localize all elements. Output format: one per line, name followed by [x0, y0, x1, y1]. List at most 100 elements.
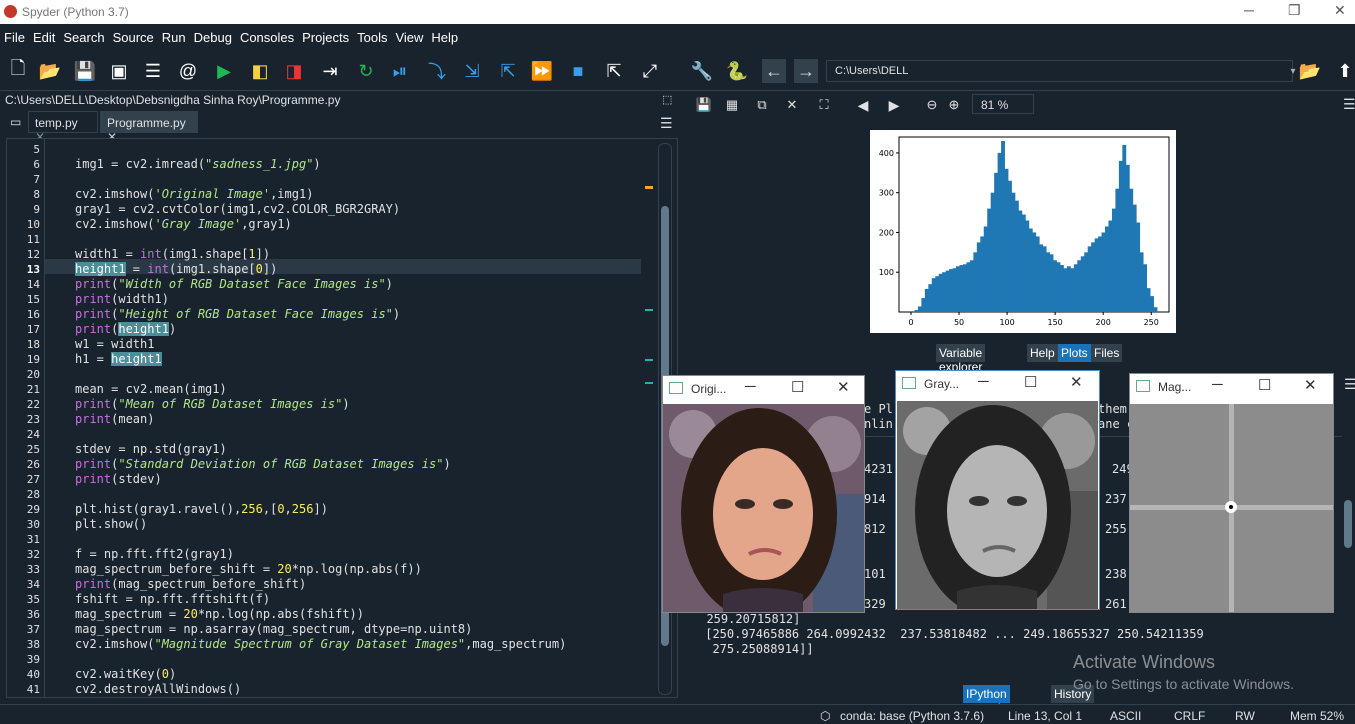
close-icon[interactable]: ✕ — [837, 378, 850, 396]
code-line[interactable]: print(width1) — [75, 292, 169, 307]
close-icon[interactable]: ✕ — [1070, 373, 1083, 391]
minimize-icon[interactable]: ─ — [1244, 2, 1254, 18]
console-menu-icon[interactable]: ☰ — [1344, 377, 1355, 393]
menu-file[interactable]: File — [0, 24, 29, 45]
previous-plot-icon[interactable]: ◀ — [851, 93, 875, 117]
run-cell-icon[interactable]: ◧ — [248, 59, 272, 83]
browse-folder-icon[interactable]: 📂 — [1298, 59, 1322, 83]
code-line[interactable]: print(stdev) — [75, 472, 162, 487]
code-line[interactable]: fshift = np.fft.fftshift(f) — [75, 592, 270, 607]
code-line[interactable]: print("Width of RGB Dataset Face Images … — [75, 277, 393, 292]
zoom-in-icon[interactable]: ⊕ — [942, 93, 966, 117]
fullscreen-icon[interactable]: ⤢ — [638, 59, 662, 83]
tab-ipython-console[interactable]: IPython console — [963, 685, 1011, 715]
code-line[interactable]: plt.show() — [75, 517, 147, 532]
restore-icon[interactable]: ❐ — [1288, 2, 1301, 19]
tab-temp[interactable]: temp.py ✕ — [28, 111, 98, 144]
tab-programme[interactable]: Programme.py ✕ — [100, 111, 198, 144]
menu-projects[interactable]: Projects — [298, 24, 353, 45]
code-line[interactable]: print(mag_spectrum_before_shift) — [75, 577, 306, 592]
code-line[interactable]: mag_spectrum = 20*np.log(np.abs(fshift)) — [75, 607, 364, 622]
python-path-icon[interactable]: 🐍 — [725, 59, 749, 83]
back-arrow-icon[interactable]: ← — [762, 59, 786, 83]
remove-all-plots-icon[interactable]: ⛶ — [812, 93, 836, 117]
maximize-pane-icon[interactable]: ⇱ — [602, 59, 626, 83]
menu-debug[interactable]: Debug — [190, 24, 236, 45]
tab-files[interactable]: Files — [1091, 344, 1123, 362]
minimize-icon[interactable]: ─ — [745, 378, 756, 395]
code-line[interactable]: img1 = cv2.imread("sadness_1.jpg") — [75, 157, 321, 172]
code-line[interactable]: mag_spectrum = np.asarray(mag_spectrum, … — [75, 622, 472, 637]
code-line[interactable]: stdev = np.std(gray1) — [75, 442, 227, 457]
minimize-icon[interactable]: ─ — [1212, 376, 1223, 393]
menu-help[interactable]: Help — [427, 24, 462, 45]
menu-edit[interactable]: Edit — [29, 24, 59, 45]
code-line[interactable]: cv2.imshow('Gray Image',gray1) — [75, 217, 292, 232]
next-plot-icon[interactable]: ▶ — [882, 93, 906, 117]
step-return-icon[interactable]: ⇱ — [496, 59, 520, 83]
working-directory-input[interactable]: C:\Users\DELL — [826, 60, 1293, 82]
debug-icon[interactable]: ⏯ — [388, 59, 412, 83]
at-icon[interactable]: @ — [176, 59, 200, 83]
step-icon[interactable]: ⤵ — [425, 59, 449, 83]
code-line[interactable]: cv2.imshow("Magnitude Spectrum of Gray D… — [75, 637, 566, 652]
code-line[interactable]: mag_spectrum_before_shift = 20*np.log(np… — [75, 562, 422, 577]
menu-consoles[interactable]: Consoles — [236, 24, 298, 45]
save-icon[interactable]: 💾 — [73, 59, 97, 83]
magnitude-spectrum-window[interactable]: Mag... ─ ☐ ✕ — [1129, 373, 1334, 613]
continue-icon[interactable]: ⏩ — [530, 59, 554, 83]
code-line[interactable]: gray1 = cv2.cvtColor(img1,cv2.COLOR_BGR2… — [75, 202, 400, 217]
code-line[interactable]: cv2.imshow('Original Image',img1) — [75, 187, 313, 202]
save-plot-icon[interactable]: 💾 — [692, 93, 716, 117]
parent-dir-icon[interactable]: ⬆ — [1333, 59, 1355, 83]
zoom-level-field[interactable]: 81 % — [972, 94, 1034, 114]
menu-source[interactable]: Source — [109, 24, 158, 45]
gray-image-window[interactable]: Gray... ─ ☐ ✕ — [895, 370, 1100, 610]
stop-icon[interactable]: ■ — [566, 59, 590, 83]
console-scrollbar[interactable] — [1344, 500, 1352, 548]
tab-help[interactable]: Help — [1027, 344, 1058, 362]
tab-options-icon[interactable]: ☰ — [654, 111, 679, 133]
code-line[interactable]: cv2.destroyAllWindows() — [75, 682, 241, 697]
preferences-icon[interactable]: 🔧 — [690, 59, 714, 83]
save-all-plots-icon[interactable]: ▦ — [720, 93, 744, 117]
code-line[interactable]: print(mean) — [75, 412, 154, 427]
step-into-icon[interactable]: ⇲ — [460, 59, 484, 83]
code-line[interactable]: cv2.waitKey(0) — [75, 667, 176, 682]
close-icon[interactable]: ✕ — [1334, 2, 1346, 19]
code-line[interactable]: h1 = height1 — [75, 352, 162, 367]
code-line[interactable]: f = np.fft.fft2(gray1) — [75, 547, 234, 562]
original-image-window[interactable]: Origi... ─ ☐ ✕ — [662, 375, 865, 613]
menu-view[interactable]: View — [391, 24, 427, 45]
code-line[interactable]: print("Standard Deviation of RGB Dataset… — [75, 457, 451, 472]
tab-plots[interactable]: Plots — [1058, 344, 1091, 362]
save-all-icon[interactable]: ▣ — [107, 59, 131, 83]
code-line[interactable]: width1 = int(img1.shape[1]) — [75, 247, 270, 262]
code-line[interactable]: plt.hist(gray1.ravel(),256,[0,256]) — [75, 502, 328, 517]
maximize-icon[interactable]: ☐ — [791, 378, 804, 396]
code-line[interactable]: height1 = int(img1.shape[0]) — [75, 262, 277, 277]
rerun-icon[interactable]: ↻ — [354, 59, 378, 83]
code-editor[interactable]: 5 6 7 8 9 10 11 12 13 14 15 16 17 18 19 20 21 22 23 24 25 26 2… — [6, 138, 678, 698]
menu-tools[interactable]: Tools — [353, 24, 391, 45]
pane-menu-icon[interactable]: ☰ — [1343, 96, 1355, 113]
run-cell-advance-icon[interactable]: ◨ — [282, 59, 306, 83]
forward-arrow-icon[interactable]: → — [794, 59, 818, 83]
code-line[interactable]: mean = cv2.mean(img1) — [75, 382, 227, 397]
new-file-icon[interactable]: 🗋 — [6, 58, 30, 83]
run-icon[interactable]: ▶ — [212, 59, 236, 83]
pane-options-icon[interactable]: ⬚ — [662, 93, 672, 106]
menu-search[interactable]: Search — [59, 24, 108, 45]
remove-plot-icon[interactable]: ✕ — [780, 93, 804, 117]
code-line[interactable]: print("Mean of RGB Dataset Images is") — [75, 397, 350, 412]
copy-plot-icon[interactable]: ⧉ — [750, 93, 774, 117]
close-icon[interactable]: ✕ — [1304, 376, 1317, 394]
minimize-icon[interactable]: ─ — [978, 373, 989, 390]
open-file-icon[interactable]: 📂 — [38, 59, 62, 83]
browse-tabs-icon[interactable]: ▭ — [4, 111, 27, 133]
maximize-icon[interactable]: ☐ — [1258, 376, 1271, 394]
outline-icon[interactable]: ☰ — [141, 59, 165, 83]
run-selection-icon[interactable]: ⇥ — [318, 59, 342, 83]
code-line[interactable]: w1 = width1 — [75, 337, 154, 352]
tab-variable-explorer[interactable]: Variable explorer — [936, 344, 986, 374]
